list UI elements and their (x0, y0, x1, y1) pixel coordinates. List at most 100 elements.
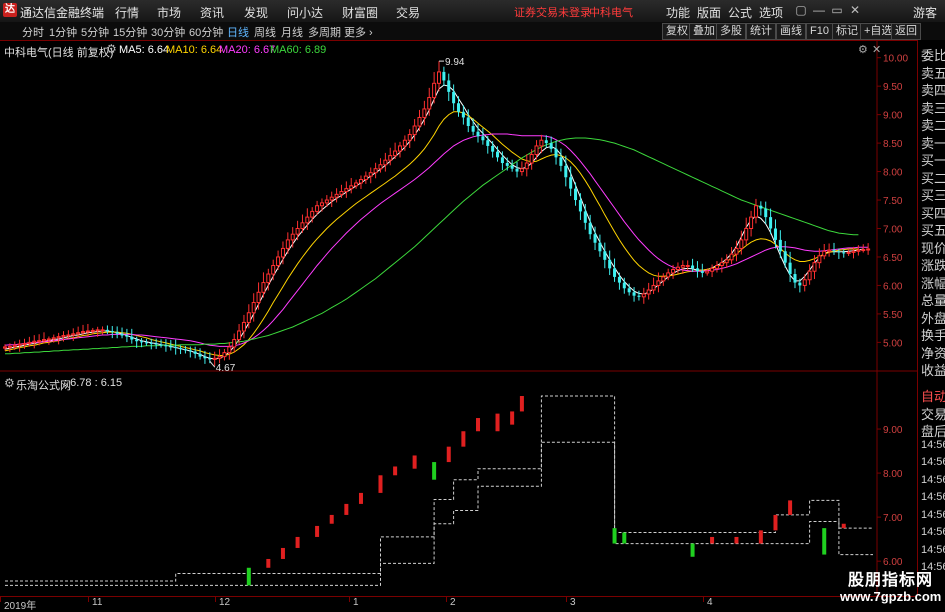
mark-button[interactable]: 标记 (832, 23, 862, 40)
menu-quotes[interactable]: 行情 (115, 4, 139, 21)
menu-layout[interactable]: 版面 (697, 4, 721, 21)
current-stock-name: 中科电气 (589, 7, 633, 19)
signal-bar (378, 475, 383, 493)
candle-body (319, 202, 324, 207)
candle-body (651, 284, 656, 291)
candle-body (368, 172, 373, 177)
ma10-line (4, 111, 859, 356)
candle-body (222, 352, 227, 358)
panel-tab[interactable]: 盘后 (921, 421, 945, 440)
candle-body (2, 346, 8, 349)
window-close-icon[interactable]: ✕ (847, 3, 863, 17)
window-minimize-icon[interactable]: — (811, 3, 827, 17)
kline-chart[interactable]: 9.94 4.67 10.00 9.50 9.00 8.50 8.00 7.50 7.00 6.… (0, 40, 917, 596)
period-15min[interactable]: 15分钟 (113, 24, 147, 40)
menu-options[interactable]: 选项 (759, 4, 783, 21)
candle-body (759, 205, 763, 209)
tick-time: 14:56 (921, 456, 945, 468)
menu-ask[interactable]: 问小达 (287, 4, 323, 21)
candle-body (7, 345, 12, 348)
candle-body (310, 210, 315, 218)
candle-body (710, 267, 715, 272)
candle-body (378, 164, 383, 170)
chart-close-icon[interactable]: ✕ (872, 43, 881, 56)
candle-body (476, 131, 480, 137)
candle-body (529, 153, 534, 164)
period-weekly[interactable]: 周线 (254, 24, 276, 40)
signal-bar (315, 525, 320, 537)
adjust-button[interactable]: 复权 (662, 23, 692, 40)
candle-body (617, 276, 621, 283)
candle-body (149, 342, 153, 344)
period-5min[interactable]: 5分钟 (81, 24, 109, 40)
window-maximize-icon[interactable]: ▭ (829, 3, 845, 17)
candle-body (217, 356, 222, 359)
sub-settings-icon[interactable]: ⚙ (4, 376, 15, 390)
candle-body (71, 333, 76, 336)
candle-body (208, 358, 212, 360)
draw-line-button[interactable]: 画线 (776, 23, 806, 40)
settings-gear-icon[interactable]: ⚙ (106, 42, 117, 56)
candle-body (61, 335, 66, 338)
candle-body (739, 239, 744, 249)
candle-body (452, 91, 456, 104)
candle-body (56, 336, 61, 339)
candle-body (656, 280, 661, 286)
signal-bar (461, 431, 466, 447)
candle-body (193, 351, 197, 354)
menu-news[interactable]: 资讯 (200, 4, 224, 21)
time-axis (0, 596, 917, 610)
chart-settings-icon[interactable]: ⚙ (858, 43, 868, 56)
candle-body (802, 279, 807, 286)
ma20-line (4, 133, 869, 347)
multi-stock-button[interactable]: 多股 (716, 23, 746, 40)
overlay-button[interactable]: 叠加 (689, 23, 719, 40)
candle-body (861, 249, 866, 252)
candle-body (358, 179, 363, 184)
candle-body (436, 71, 442, 84)
menu-trade[interactable]: 交易 (396, 4, 420, 21)
quote-label: 买三 (921, 188, 945, 203)
candle-body (788, 262, 792, 275)
menu-formula[interactable]: 公式 (728, 4, 752, 21)
menu-function[interactable]: 功能 (666, 4, 690, 21)
candle-body (680, 265, 685, 268)
trade-login-notice[interactable]: 证券交易未登录 (514, 4, 591, 20)
period-1min[interactable]: 1分钟 (49, 24, 77, 40)
sub-y-label: 7.00 (883, 513, 903, 524)
menu-market[interactable]: 市场 (157, 4, 181, 21)
panel-tab[interactable]: 交易 (921, 404, 945, 423)
period-more[interactable]: 更多 › (344, 24, 373, 40)
back-button[interactable]: 返回 (891, 23, 921, 40)
guest-login[interactable]: 游客 (913, 4, 937, 21)
menu-wealth-circle[interactable]: 财富圈 (342, 4, 378, 21)
time-axis-label: 12 (219, 597, 231, 608)
step-line-upper (5, 395, 873, 582)
candle-body (12, 344, 17, 347)
quote-label: 卖一 (921, 135, 945, 151)
candle-body (125, 335, 129, 337)
candle-body (764, 208, 768, 218)
f10-button[interactable]: F10 (806, 23, 833, 40)
window-restore-icon[interactable]: ▢ (793, 3, 809, 17)
candle-body (203, 356, 207, 359)
candle-body (397, 145, 403, 152)
signal-bar (773, 514, 778, 531)
signal-bar (758, 530, 763, 544)
period-60min[interactable]: 60分钟 (189, 24, 223, 40)
statistics-button[interactable]: 统计 (746, 23, 776, 40)
panel-tab[interactable]: 自动 (921, 386, 945, 405)
candle-body (583, 211, 587, 223)
period-daily[interactable]: 日线 (227, 24, 249, 40)
period-multi[interactable]: 多周期 (308, 24, 341, 40)
period-monthly[interactable]: 月线 (281, 24, 303, 40)
candle-body (256, 291, 261, 304)
candle-body (183, 349, 187, 351)
candle-body (505, 163, 509, 166)
period-intraday[interactable]: 分时 (22, 24, 44, 40)
candle-body (817, 255, 822, 264)
period-30min[interactable]: 30分钟 (151, 24, 185, 40)
menu-discover[interactable]: 发现 (244, 4, 268, 21)
time-axis-label: 2 (450, 597, 456, 608)
candle-body (461, 111, 465, 118)
